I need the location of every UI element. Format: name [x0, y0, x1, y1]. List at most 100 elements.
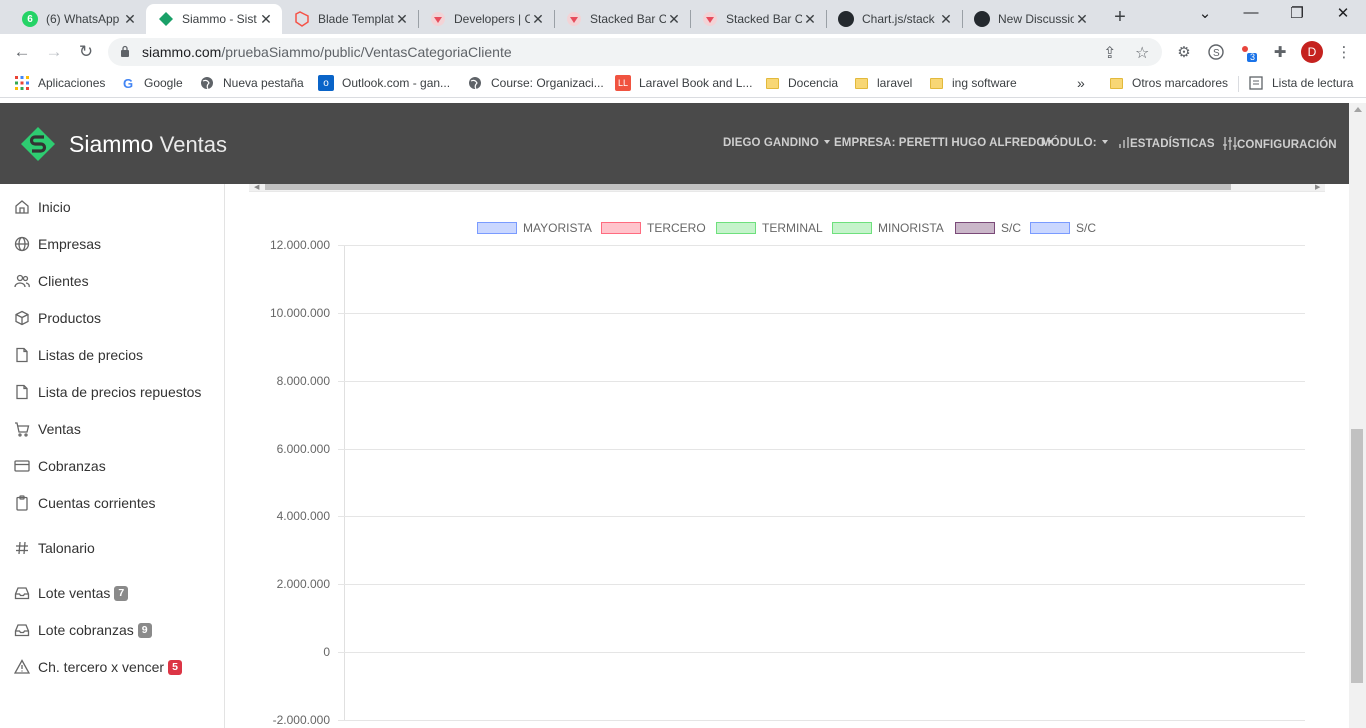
scroll-left-icon[interactable]: ◀ — [254, 183, 259, 191]
close-tab-icon[interactable]: ✕ — [1074, 11, 1090, 28]
sidebar-item-cobranzas[interactable]: Cobranzas — [14, 458, 106, 474]
legend-item[interactable]: S/C — [955, 221, 1021, 235]
sidebar-item-inicio[interactable]: Inicio — [14, 199, 71, 215]
config-link[interactable]: CONFIGURACIÓN — [1223, 137, 1337, 151]
new-tab-button[interactable]: + — [1108, 6, 1132, 30]
close-tab-icon[interactable]: ✕ — [530, 11, 546, 28]
menu-kebab-icon[interactable]: ⋮ — [1334, 42, 1354, 62]
laravel-icon — [294, 11, 310, 27]
close-tab-icon[interactable]: ✕ — [258, 11, 274, 28]
legend-item[interactable]: S/C — [1030, 221, 1096, 235]
profile-avatar[interactable]: D — [1301, 41, 1323, 63]
horizontal-scrollbar[interactable]: ◀ ▶ — [249, 184, 1325, 192]
maximize-icon[interactable]: ❐ — [1282, 4, 1312, 22]
bookmark-google[interactable]: G Google — [120, 75, 183, 91]
page-vertical-scrollbar[interactable] — [1349, 103, 1366, 728]
bookmark-nueva-pestana[interactable]: Nueva pestaña — [199, 75, 304, 91]
close-tab-icon[interactable]: ✕ — [802, 11, 818, 28]
extensions-puzzle-icon[interactable]: ✚ — [1270, 42, 1290, 62]
bookmark-course[interactable]: Course: Organizaci... — [467, 75, 604, 91]
sidebar-item-cuentas-corrientes[interactable]: Cuentas corrientes — [14, 495, 156, 511]
sidebar-item-label: Inicio — [38, 199, 71, 215]
user-menu-dropdown[interactable]: DIEGO GANDINO — [723, 137, 830, 149]
bookmark-laravel-book[interactable]: LL Laravel Book and L... — [615, 75, 752, 91]
close-tab-icon[interactable]: ✕ — [666, 11, 682, 28]
y-tick-label: -2.000.000 — [272, 713, 330, 727]
bookmark-outlook[interactable]: o Outlook.com - gan... — [318, 75, 450, 91]
folder-icon — [928, 75, 944, 91]
browser-tab-stacked-bar-1[interactable]: Stacked Bar C ✕ — [554, 4, 690, 34]
close-tab-icon[interactable]: ✕ — [394, 11, 410, 28]
forward-icon[interactable]: → — [42, 40, 66, 64]
close-tab-icon[interactable]: ✕ — [938, 11, 954, 28]
bookmark-laravel[interactable]: laravel — [853, 75, 912, 91]
close-window-icon[interactable]: ✕ — [1328, 4, 1358, 22]
reading-list-button[interactable]: Lista de lectura — [1248, 75, 1353, 91]
scrollbar-thumb[interactable] — [265, 184, 1231, 190]
bookmark-label: Course: Organizaci... — [491, 76, 604, 90]
svg-text:S: S — [1213, 48, 1220, 59]
browser-tab-stacked-bar-2[interactable]: Stacked Bar C ✕ — [690, 4, 826, 34]
caret-down-icon — [823, 139, 830, 144]
sidebar-item-ventas[interactable]: Ventas — [14, 421, 81, 437]
legend-item[interactable]: TERCERO — [601, 221, 706, 235]
globe-icon — [199, 75, 215, 91]
bookmarks-overflow-icon[interactable]: » — [1077, 75, 1085, 91]
bookmark-docencia[interactable]: Docencia — [764, 75, 838, 91]
scroll-right-icon[interactable]: ▶ — [1315, 183, 1320, 191]
scrollbar-thumb[interactable] — [1351, 429, 1363, 683]
brand-title[interactable]: Siammo Ventas — [69, 131, 227, 158]
minimize-icon[interactable]: — — [1236, 4, 1266, 21]
sidebar-item-cheques-tercero[interactable]: Ch. tercero x vencer 5 — [14, 659, 182, 675]
share-icon[interactable]: ⇪ — [1103, 43, 1116, 63]
sidebar-item-lista-repuestos[interactable]: Lista de precios repuestos — [14, 384, 201, 400]
bookmark-label: Google — [144, 76, 183, 90]
bookmark-label: laravel — [877, 76, 913, 90]
sidebar-item-talonario[interactable]: Talonario — [14, 540, 95, 556]
module-menu-dropdown[interactable]: MÓDULO: — [1041, 137, 1108, 149]
browser-tab-developers[interactable]: Developers | C ✕ — [418, 4, 554, 34]
legend-swatch — [601, 222, 641, 234]
bookmark-otros-marcadores[interactable]: Otros marcadores — [1108, 75, 1228, 91]
siammo-logo-icon[interactable] — [20, 126, 56, 162]
company-menu-dropdown[interactable]: EMPRESA: PERETTI HUGO ALFREDO — [834, 137, 1054, 149]
box-icon — [14, 310, 30, 326]
browser-tab-chartjs[interactable]: Chart.js/stack ✕ — [826, 4, 962, 34]
browser-tab-new-discussion[interactable]: New Discussio ✕ — [962, 4, 1098, 34]
tab-search-icon[interactable]: ⌄ — [1190, 4, 1220, 22]
browser-tab-siammo[interactable]: Siammo - Sist ✕ — [146, 4, 282, 34]
legend-item[interactable]: TERMINAL — [716, 221, 823, 235]
sidebar-item-lote-ventas[interactable]: Lote ventas 7 — [14, 585, 129, 601]
extension-badge-icon[interactable]: 3 — [1238, 42, 1258, 62]
back-icon[interactable]: ← — [10, 40, 34, 64]
stats-link[interactable]: ESTADÍSTICAS — [1119, 137, 1215, 150]
scroll-up-icon[interactable] — [1354, 107, 1362, 112]
browser-tab-whatsapp[interactable]: 6 (6) WhatsApp ✕ — [10, 4, 146, 34]
credit-card-icon — [14, 458, 30, 474]
sidebar-item-listas-precios[interactable]: Listas de precios — [14, 347, 143, 363]
browser-tab-blade[interactable]: Blade Templat ✕ — [282, 4, 418, 34]
siammo-favicon-icon — [158, 11, 174, 27]
sidebar-item-empresas[interactable]: Empresas — [14, 236, 101, 252]
bookmark-star-icon[interactable]: ☆ — [1135, 43, 1149, 63]
bookmarks-bar: Aplicaciones G Google Nueva pestaña o Ou… — [0, 70, 1366, 98]
browser-tab-strip: 6 (6) WhatsApp ✕ Siammo - Sist ✕ Blade T… — [0, 0, 1366, 34]
bookmark-aplicaciones[interactable]: Aplicaciones — [14, 75, 105, 91]
url-text: siammo.com/pruebaSiammo/public/VentasCat… — [142, 44, 512, 60]
legend-item[interactable]: MINORISTA — [832, 221, 944, 235]
legend-item[interactable]: MAYORISTA — [477, 221, 592, 235]
reading-list-icon — [1248, 75, 1264, 91]
folder-icon — [1108, 75, 1124, 91]
sidebar-item-lote-cobranzas[interactable]: Lote cobranzas 9 — [14, 622, 152, 638]
sidebar-item-productos[interactable]: Productos — [14, 310, 101, 326]
bookmark-ing-software[interactable]: ing software — [928, 75, 1017, 91]
extension-gear-icon[interactable]: ⚙ — [1174, 42, 1194, 62]
skype-icon[interactable]: S — [1206, 42, 1226, 62]
reload-icon[interactable]: ↻ — [74, 40, 98, 64]
address-bar[interactable]: siammo.com/pruebaSiammo/public/VentasCat… — [108, 38, 1162, 66]
sidebar-item-clientes[interactable]: Clientes — [14, 273, 89, 289]
tab-title: Developers | C — [454, 12, 530, 26]
close-tab-icon[interactable]: ✕ — [122, 11, 138, 28]
caret-down-icon — [1101, 139, 1108, 144]
app-navbar: Siammo Ventas DIEGO GANDINO EMPRESA: PER… — [0, 103, 1349, 184]
